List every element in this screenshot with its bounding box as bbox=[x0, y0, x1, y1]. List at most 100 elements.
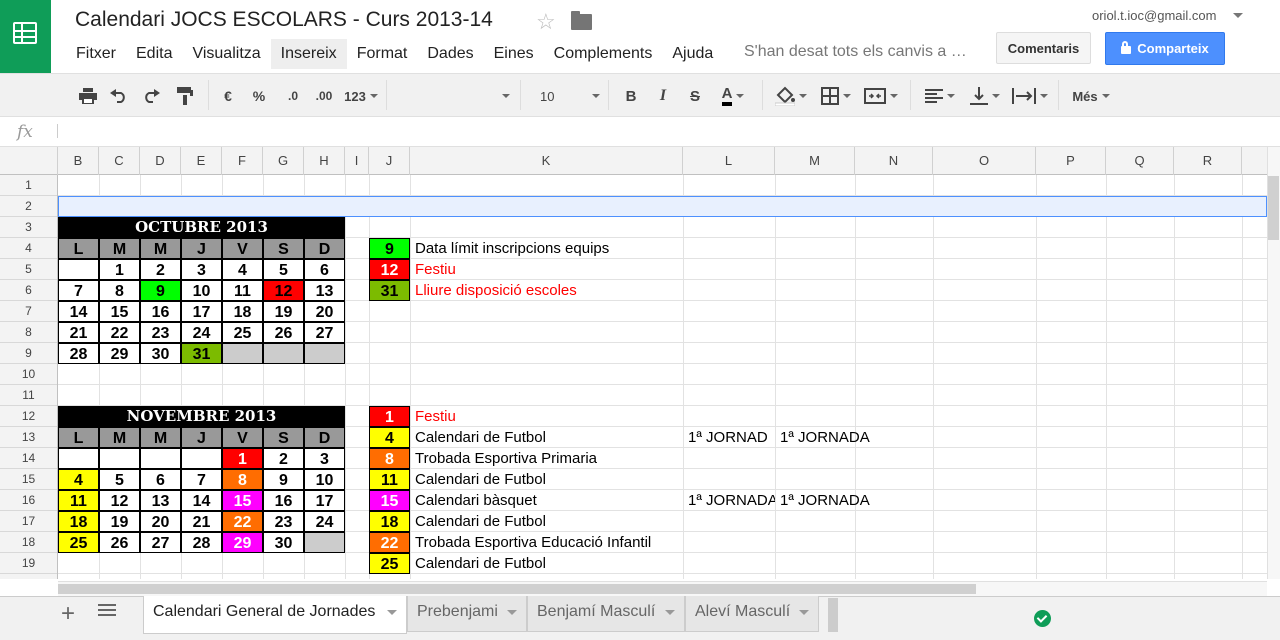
column-header-r[interactable]: R bbox=[1174, 147, 1242, 175]
calendar-day[interactable] bbox=[58, 259, 99, 280]
calendar-day[interactable]: 19 bbox=[263, 301, 304, 322]
legend-text[interactable]: Calendari de Futbol bbox=[410, 427, 683, 448]
tab-prebenjami[interactable]: Prebenjami bbox=[407, 596, 527, 632]
column-header-l[interactable]: L bbox=[683, 147, 775, 175]
calendar-day[interactable]: 12 bbox=[263, 280, 304, 301]
column-header-q[interactable]: Q bbox=[1106, 147, 1174, 175]
explore-check-icon[interactable] bbox=[1034, 610, 1051, 627]
tab-benjami-masculi[interactable]: Benjamí Masculí bbox=[527, 596, 685, 632]
italic-button[interactable]: I bbox=[652, 84, 674, 108]
column-header-p[interactable]: P bbox=[1036, 147, 1106, 175]
column-header-e[interactable]: E bbox=[181, 147, 222, 175]
calendar-day[interactable]: 15 bbox=[99, 301, 140, 322]
font-size-select[interactable]: 10 bbox=[530, 84, 600, 108]
row-header[interactable]: 8 bbox=[0, 322, 57, 343]
calendar-day[interactable]: 6 bbox=[140, 469, 181, 490]
menu-format[interactable]: Format bbox=[347, 39, 418, 69]
column-header-f[interactable]: F bbox=[222, 147, 263, 175]
calendar-day[interactable]: 9 bbox=[140, 280, 181, 301]
column-header-i[interactable]: I bbox=[345, 147, 369, 175]
chevron-down-icon[interactable] bbox=[387, 610, 397, 615]
bold-button[interactable]: B bbox=[620, 84, 642, 108]
row-header[interactable]: 5 bbox=[0, 259, 57, 280]
calendar-day[interactable] bbox=[263, 343, 304, 364]
row-header[interactable]: 17 bbox=[0, 511, 57, 532]
weekday-header[interactable]: S bbox=[263, 427, 304, 448]
font-family-select[interactable] bbox=[395, 84, 510, 108]
chevron-down-icon[interactable] bbox=[665, 610, 675, 615]
calendar-day[interactable]: 16 bbox=[263, 490, 304, 511]
legend-day[interactable]: 12 bbox=[369, 259, 410, 280]
menu-view[interactable]: Visualitza bbox=[182, 39, 270, 69]
row-header[interactable]: 19 bbox=[0, 553, 57, 574]
calendar-day[interactable]: 2 bbox=[140, 259, 181, 280]
legend-text[interactable]: Calendari de Futbol bbox=[410, 511, 683, 532]
calendar-day[interactable]: 23 bbox=[263, 511, 304, 532]
account-dropdown-icon[interactable] bbox=[1233, 13, 1243, 18]
calendar-day[interactable] bbox=[304, 343, 345, 364]
sheet-grid[interactable]: B C D E F G H I J K L M N O P Q R 1 2 3 … bbox=[0, 147, 1267, 579]
legend-text[interactable]: Festiu bbox=[410, 259, 683, 280]
menu-help[interactable]: Ajuda bbox=[662, 39, 723, 69]
paint-format-icon[interactable] bbox=[174, 84, 196, 108]
calendar-day[interactable]: 22 bbox=[99, 322, 140, 343]
calendar-day[interactable]: 18 bbox=[58, 511, 99, 532]
calendar-day[interactable]: 3 bbox=[304, 448, 345, 469]
strikethrough-button[interactable]: S bbox=[684, 84, 706, 108]
calendar-day[interactable]: 11 bbox=[222, 280, 263, 301]
menu-tools[interactable]: Eines bbox=[484, 39, 544, 69]
calendar-day[interactable]: 15 bbox=[222, 490, 263, 511]
row-header[interactable]: 15 bbox=[0, 469, 57, 490]
weekday-header[interactable]: V bbox=[222, 238, 263, 259]
calendar-day[interactable]: 23 bbox=[140, 322, 181, 343]
share-button[interactable]: Comparteix bbox=[1105, 32, 1225, 65]
column-header-g[interactable]: G bbox=[263, 147, 304, 175]
weekday-header[interactable]: D bbox=[304, 238, 345, 259]
formula-bar[interactable] bbox=[0, 117, 1280, 147]
calendar-day[interactable]: 20 bbox=[304, 301, 345, 322]
row-header[interactable]: 12 bbox=[0, 406, 57, 427]
row-header[interactable]: 6 bbox=[0, 280, 57, 301]
comments-button[interactable]: Comentaris bbox=[996, 32, 1091, 64]
text-color-button[interactable]: A bbox=[713, 84, 753, 108]
weekday-header[interactable]: J bbox=[181, 427, 222, 448]
legend-day[interactable]: 9 bbox=[369, 238, 410, 259]
calendar-day[interactable]: 7 bbox=[58, 280, 99, 301]
calendar-day[interactable]: 7 bbox=[181, 469, 222, 490]
calendar-day[interactable]: 26 bbox=[263, 322, 304, 343]
legend-text[interactable]: Trobada Esportiva Primaria bbox=[410, 448, 683, 469]
horizontal-scroll-thumb[interactable] bbox=[58, 584, 976, 594]
borders-button[interactable] bbox=[818, 84, 854, 108]
column-header-k[interactable]: K bbox=[410, 147, 683, 175]
legend-text[interactable]: Festiu bbox=[410, 406, 683, 427]
calendar-day[interactable] bbox=[304, 532, 345, 553]
legend-text[interactable]: Lliure disposició escoles bbox=[410, 280, 683, 301]
weekday-header[interactable]: L bbox=[58, 427, 99, 448]
vertical-align-button[interactable] bbox=[964, 84, 1006, 108]
legend-day[interactable]: 8 bbox=[369, 448, 410, 469]
calendar-day[interactable]: 1 bbox=[222, 448, 263, 469]
row-header[interactable]: 18 bbox=[0, 532, 57, 553]
undo-icon[interactable] bbox=[108, 84, 130, 108]
legend-day[interactable]: 11 bbox=[369, 469, 410, 490]
calendar-day[interactable]: 2 bbox=[263, 448, 304, 469]
legend-day[interactable]: 15 bbox=[369, 490, 410, 511]
calendar-day[interactable]: 12 bbox=[99, 490, 140, 511]
legend-day[interactable]: 4 bbox=[369, 427, 410, 448]
menu-file[interactable]: Fitxer bbox=[66, 39, 126, 69]
calendar-day[interactable]: 3 bbox=[181, 259, 222, 280]
legend-text[interactable]: Calendari bàsquet bbox=[410, 490, 683, 511]
row-header[interactable]: 4 bbox=[0, 238, 57, 259]
cell-m13[interactable]: 1ª JORNADA bbox=[775, 427, 895, 448]
column-header-m[interactable]: M bbox=[775, 147, 855, 175]
calendar-day[interactable]: 22 bbox=[222, 511, 263, 532]
calendar-day[interactable]: 17 bbox=[181, 301, 222, 322]
month-title-november[interactable]: NOVEMBRE 2013 bbox=[58, 406, 345, 427]
chevron-down-icon[interactable] bbox=[507, 610, 517, 615]
print-icon[interactable] bbox=[77, 84, 99, 108]
redo-icon[interactable] bbox=[140, 84, 162, 108]
weekday-header[interactable]: J bbox=[181, 238, 222, 259]
calendar-day[interactable]: 4 bbox=[58, 469, 99, 490]
calendar-day[interactable]: 11 bbox=[58, 490, 99, 511]
calendar-day[interactable]: 25 bbox=[58, 532, 99, 553]
